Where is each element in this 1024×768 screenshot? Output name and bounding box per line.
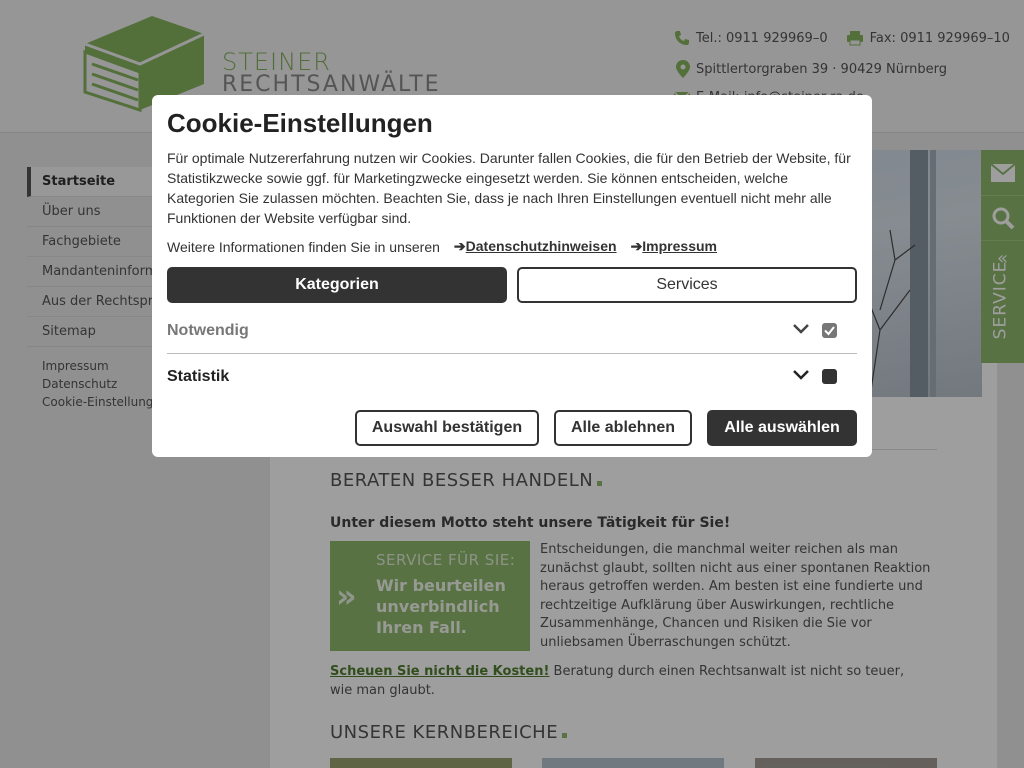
- category-statistik[interactable]: Statistik: [167, 355, 857, 399]
- category-checkbox[interactable]: [822, 369, 837, 384]
- tab-services[interactable]: Services: [517, 267, 857, 303]
- cookie-settings-dialog: Cookie-Einstellungen Für optimale Nutzer…: [152, 95, 872, 457]
- category-label: Statistik: [167, 368, 230, 385]
- dialog-intro: Für optimale Nutzererfahrung nutzen wir …: [167, 150, 851, 226]
- reject-all-button[interactable]: Alle ablehnen: [554, 410, 692, 446]
- category-checkbox-checked[interactable]: [822, 323, 837, 338]
- category-notwendig[interactable]: Notwendig: [167, 309, 857, 354]
- accept-all-button[interactable]: Alle auswählen: [707, 410, 857, 446]
- dialog-title: Cookie-Einstellungen: [167, 108, 433, 138]
- more-info-line: Weitere Informationen finden Sie in unse…: [167, 238, 717, 255]
- category-label: Notwendig: [167, 322, 249, 339]
- arrow-right-icon: ➔: [453, 238, 466, 254]
- more-info-text: Weitere Informationen finden Sie in unse…: [167, 238, 440, 255]
- chevron-down-icon[interactable]: [793, 324, 809, 334]
- privacy-link[interactable]: Datenschutzhinweisen: [466, 238, 617, 254]
- arrow-right-icon: ➔: [630, 238, 643, 254]
- imprint-link[interactable]: Impressum: [642, 238, 717, 254]
- confirm-selection-button[interactable]: Auswahl bestätigen: [355, 410, 539, 446]
- chevron-down-icon[interactable]: [793, 370, 809, 380]
- tab-categories[interactable]: Kategorien: [167, 267, 507, 303]
